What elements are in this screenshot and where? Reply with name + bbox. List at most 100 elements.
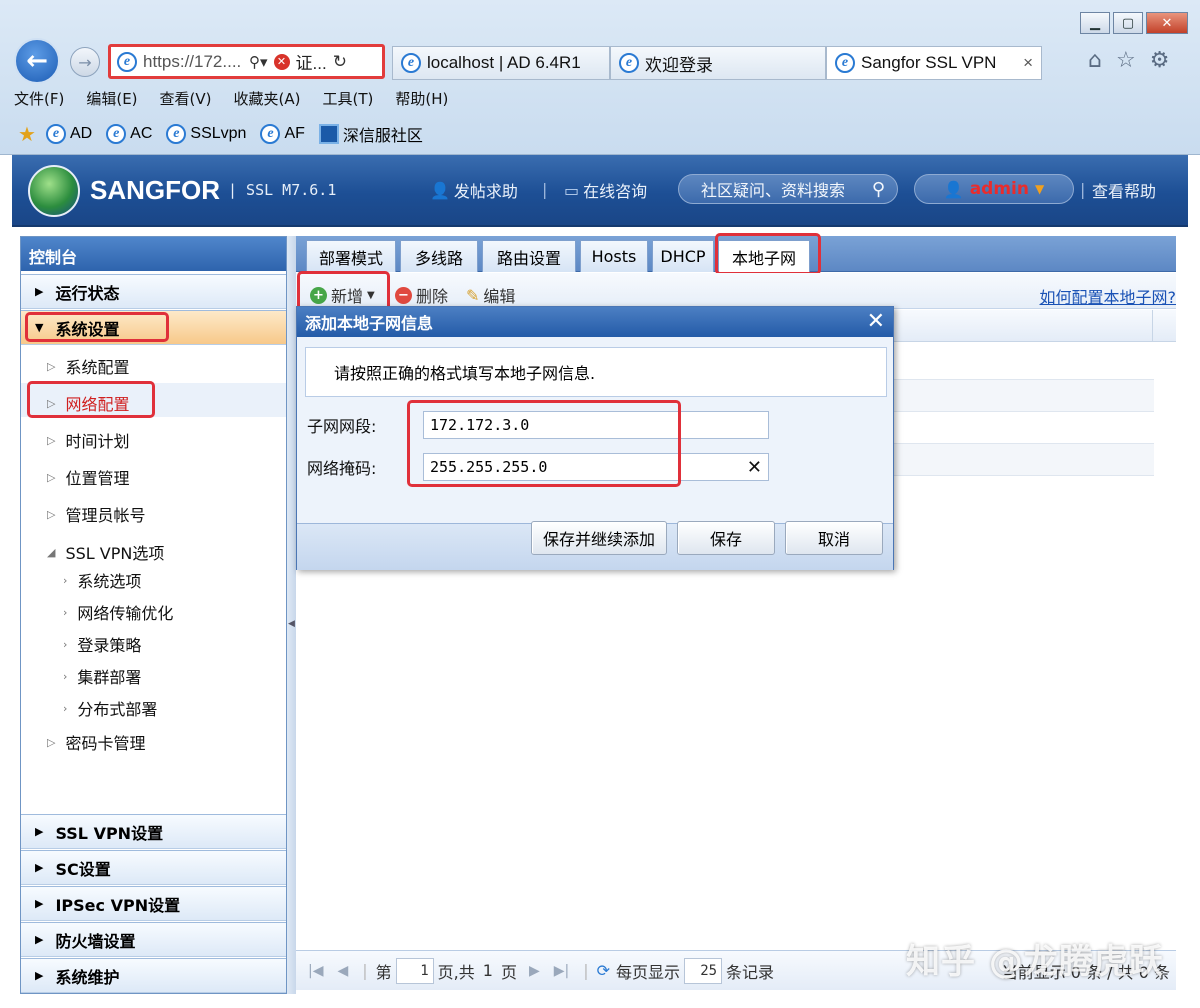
delete-button[interactable]: − 删除: [395, 283, 448, 307]
address-bar[interactable]: e https://172.... ⚲▾ ✕ 证... ↻: [108, 44, 385, 79]
menu-help[interactable]: 帮助(H): [395, 88, 448, 109]
menu-view[interactable]: 查看(V): [160, 88, 212, 109]
refresh-icon[interactable]: ↻: [333, 52, 347, 72]
sidebar-subitem[interactable]: › 系统选项: [63, 568, 141, 592]
clear-icon[interactable]: ✕: [747, 457, 762, 478]
sidebar-section-maintenance[interactable]: ▶ 系统维护: [21, 958, 286, 993]
subnet-label: 子网网段:: [307, 417, 377, 436]
sidebar-subitem[interactable]: › 登录策略: [63, 632, 141, 656]
prev-page-icon[interactable]: ◀: [337, 963, 348, 979]
menu-file[interactable]: 文件(F): [14, 88, 64, 109]
fav-link[interactable]: 深信服社区: [318, 122, 423, 146]
pager-of: 页,共: [437, 962, 475, 982]
chevron-right-icon: ▶: [35, 897, 44, 910]
forward-button[interactable]: →: [70, 47, 100, 77]
settings-gear-icon[interactable]: ⚙: [1150, 48, 1170, 73]
fav-link[interactable]: e SSLvpn: [166, 124, 246, 144]
menu-favorites[interactable]: 收藏夹(A): [234, 88, 301, 109]
tab-close-icon[interactable]: ×: [1023, 53, 1033, 73]
home-icon[interactable]: ⌂: [1088, 48, 1102, 73]
community-search[interactable]: 社区疑问、资料搜索 ⚲: [678, 174, 898, 204]
section-label: 运行状态: [55, 283, 120, 303]
ie-page-icon: e: [260, 124, 281, 144]
edit-label: 编辑: [483, 287, 516, 306]
chevron-right-icon: ▷: [47, 359, 56, 373]
sidebar-section-status[interactable]: ▶ 运行状态: [21, 274, 286, 309]
close-icon[interactable]: ✕: [867, 311, 885, 333]
back-button[interactable]: ←: [14, 38, 60, 84]
sidebar-section-sc[interactable]: ▶ SC设置: [21, 850, 286, 885]
tab-label: Sangfor SSL VPN: [861, 53, 997, 72]
sidebar-subitem[interactable]: › 网络传输优化: [63, 600, 173, 624]
tab-route-settings[interactable]: 路由设置: [482, 240, 576, 272]
sidebar-item-system-config[interactable]: ▷ 系统配置: [47, 354, 129, 378]
edit-icon: ✎: [466, 285, 480, 305]
browser-tab[interactable]: e localhost | AD 6.4R1: [392, 46, 610, 80]
item-label: 时间计划: [65, 432, 130, 451]
cert-label[interactable]: 证...: [296, 49, 327, 74]
favorites-star-icon[interactable]: ☆: [1116, 48, 1136, 73]
help-link[interactable]: 查看帮助: [1092, 178, 1156, 202]
fav-link[interactable]: e AC: [106, 124, 152, 144]
sidebar-section-ipsec[interactable]: ▶ IPSec VPN设置: [21, 886, 286, 921]
sidebar-section-firewall[interactable]: ▶ 防火墙设置: [21, 922, 286, 957]
cert-error-icon[interactable]: ✕: [273, 53, 290, 70]
browser-tab-active[interactable]: e Sangfor SSL VPN ×: [826, 46, 1042, 80]
sidebar-section-system[interactable]: ▼ 系统设置: [21, 310, 286, 345]
mask-field[interactable]: 255.255.255.0 ✕: [423, 453, 769, 481]
chevron-right-icon: ▷: [47, 507, 56, 521]
user-menu[interactable]: 👤 admin ▼: [914, 174, 1074, 204]
tab-multi-line[interactable]: 多线路: [400, 240, 478, 272]
user-icon: 👤: [430, 180, 450, 200]
collapse-arrow-icon[interactable]: ◀: [287, 612, 296, 636]
sidebar-item-time-schedule[interactable]: ▷ 时间计划: [47, 428, 129, 452]
cancel-button[interactable]: 取消: [785, 521, 883, 555]
page-input[interactable]: 1: [395, 957, 434, 984]
chevron-down-icon: ▼: [367, 289, 375, 301]
sidebar-item-location[interactable]: ▷ 位置管理: [47, 465, 129, 489]
browser-tab[interactable]: e 欢迎登录: [610, 46, 826, 80]
save-continue-button[interactable]: 保存并继续添加: [531, 521, 667, 555]
edit-button[interactable]: ✎ 编辑: [466, 283, 515, 307]
sidebar-section-sslvpn[interactable]: ▶ SSL VPN设置: [21, 814, 286, 849]
last-page-icon[interactable]: ▶|: [554, 963, 569, 979]
online-consult-label: 在线咨询: [583, 182, 648, 201]
next-page-icon[interactable]: ▶: [529, 963, 540, 979]
chevron-right-icon: ›: [63, 573, 68, 587]
tab-local-subnet[interactable]: 本地子网: [718, 240, 810, 273]
sidebar-item-ssl-vpn-options[interactable]: ◢ SSL VPN选项: [47, 540, 164, 564]
sidebar-item-cipher-card[interactable]: ▷ 密码卡管理: [47, 730, 145, 754]
menu-edit[interactable]: 编辑(E): [86, 88, 137, 109]
tab-deploy-mode[interactable]: 部署模式: [306, 240, 396, 272]
per-page-input[interactable]: 25: [684, 957, 723, 984]
sidebar-subitem[interactable]: › 分布式部署: [63, 696, 157, 720]
search-icon[interactable]: ⚲▾: [249, 53, 268, 71]
search-icon[interactable]: ⚲: [872, 179, 885, 200]
records-label: 条记录: [726, 962, 775, 982]
table-row: [894, 380, 1154, 412]
howto-link[interactable]: 如何配置本地子网?: [1040, 284, 1177, 308]
sidebar-item-admin-accounts[interactable]: ▷ 管理员帐号: [47, 502, 145, 526]
close-icon[interactable]: ✕: [1146, 12, 1188, 34]
post-help-link[interactable]: 👤 发帖求助: [430, 178, 518, 202]
favorites-star-icon[interactable]: ★: [18, 122, 36, 146]
save-button[interactable]: 保存: [677, 521, 775, 555]
subnet-field[interactable]: 172.172.3.0: [423, 411, 769, 439]
online-consult-link[interactable]: ▭ 在线咨询: [564, 178, 647, 202]
tab-hosts[interactable]: Hosts: [580, 240, 648, 272]
fav-link[interactable]: e AD: [45, 124, 92, 144]
sidebar-subitem[interactable]: › 集群部署: [63, 664, 141, 688]
item-label: 集群部署: [77, 668, 142, 687]
brand-name: SANGFOR: [90, 175, 220, 205]
add-button[interactable]: + 新增 ▼: [310, 283, 375, 307]
minimize-icon[interactable]: ▁: [1080, 12, 1110, 34]
tab-dhcp[interactable]: DHCP: [652, 240, 714, 272]
refresh-icon[interactable]: ⟳: [597, 961, 610, 980]
first-page-icon[interactable]: |◀: [308, 963, 323, 979]
sidebar-item-network-config[interactable]: ▷ 网络配置: [47, 391, 129, 415]
maximize-icon[interactable]: ▢: [1113, 12, 1143, 34]
menu-tools[interactable]: 工具(T): [322, 88, 373, 109]
fav-link[interactable]: e AF: [260, 124, 305, 144]
ie-page-icon: e: [401, 53, 421, 73]
chevron-down-icon: ▼: [1034, 182, 1045, 196]
